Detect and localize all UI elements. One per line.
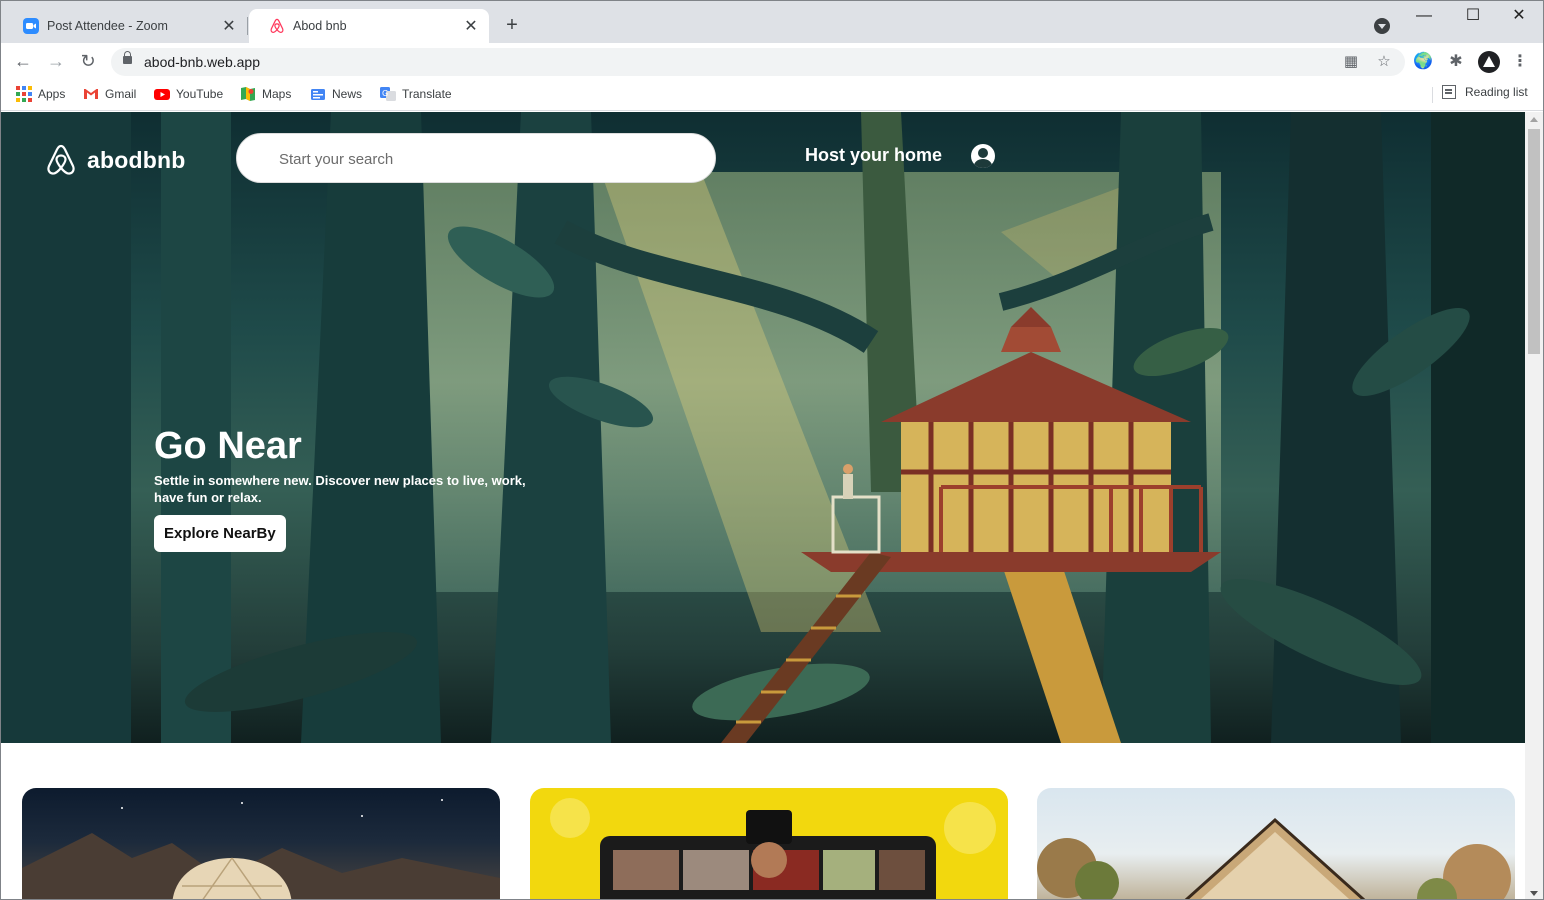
airbnb-logo-icon xyxy=(47,144,75,175)
lock-icon[interactable] xyxy=(123,51,132,64)
bookmark-news[interactable]: News xyxy=(310,85,362,103)
zoom-icon xyxy=(23,18,39,34)
search-bar[interactable] xyxy=(236,133,716,183)
bookmark-apps[interactable]: Apps xyxy=(16,85,65,103)
explore-nearby-button[interactable]: Explore NearBy xyxy=(154,515,286,552)
user-account-icon[interactable] xyxy=(971,144,995,168)
host-your-home-link[interactable]: Host your home xyxy=(805,145,942,166)
maximize-icon[interactable]: ☐ xyxy=(1450,1,1496,31)
card-online-experiences[interactable] xyxy=(530,788,1008,899)
tab-title: Abod bnb xyxy=(293,19,347,33)
news-icon xyxy=(311,89,325,100)
close-window-icon[interactable]: ✕ xyxy=(1496,1,1542,31)
airbnb-logo-icon xyxy=(270,18,284,33)
browser-toolbar: ← → ↻ abod-bnb.web.app ▦ ☆ 🌍 ✱ ⋮ xyxy=(1,43,1543,79)
bookmark-label: News xyxy=(332,87,363,101)
url-text[interactable]: abod-bnb.web.app xyxy=(144,54,260,70)
minimize-icon[interactable]: — xyxy=(1401,1,1447,31)
scrollbar-thumb[interactable] xyxy=(1528,129,1540,354)
bookmark-star-icon[interactable]: ☆ xyxy=(1375,53,1393,71)
address-bar[interactable]: abod-bnb.web.app ▦ ☆ xyxy=(111,48,1405,76)
gmail-icon xyxy=(84,89,98,99)
bookmarks-divider xyxy=(1432,87,1433,103)
bookmark-maps[interactable]: Maps xyxy=(240,85,291,103)
brand-name: abodbnb xyxy=(87,146,186,173)
bookmark-label: Gmail xyxy=(105,87,137,101)
page-scrollbar[interactable] xyxy=(1525,112,1543,899)
new-tab-button[interactable]: + xyxy=(501,14,523,36)
tab-title: Post Attendee - Zoom xyxy=(47,19,168,33)
reading-list-icon xyxy=(1442,85,1456,99)
bookmark-gmail[interactable]: Gmail xyxy=(83,85,136,103)
extension-globe-icon[interactable]: 🌍 xyxy=(1413,52,1433,72)
bookmark-label: Maps xyxy=(262,87,292,101)
hero-title: Go Near xyxy=(154,425,302,467)
hero-banner: abodbnb Host your home Go Near Settle in… xyxy=(1,112,1525,743)
bookmark-youtube[interactable]: YouTube xyxy=(154,85,223,103)
tab-search-icon[interactable] xyxy=(1374,18,1390,34)
close-tab-icon[interactable]: ✕ xyxy=(221,16,237,36)
profile-avatar-icon[interactable] xyxy=(1478,51,1500,73)
scroll-down-arrow-icon[interactable] xyxy=(1530,891,1538,896)
reload-icon[interactable]: ↻ xyxy=(76,49,100,73)
bookmark-label: Translate xyxy=(402,87,452,101)
tab-strip: Post Attendee - Zoom ✕ Abod bnb ✕ + — ☐ … xyxy=(1,1,1543,43)
tab-abod-bnb[interactable]: Abod bnb ✕ xyxy=(249,9,489,43)
svg-text:G: G xyxy=(382,89,388,98)
qr-code-icon[interactable]: ▦ xyxy=(1342,53,1360,71)
scroll-up-arrow-icon[interactable] xyxy=(1530,117,1538,122)
brand-logo-link[interactable]: abodbnb xyxy=(45,143,186,177)
maps-icon xyxy=(241,87,255,101)
extensions-puzzle-icon[interactable]: ✱ xyxy=(1446,52,1466,72)
back-arrow-icon[interactable]: ← xyxy=(11,49,35,73)
close-tab-icon[interactable]: ✕ xyxy=(463,16,479,36)
hero-subtitle: Settle in somewhere new. Discover new pl… xyxy=(154,473,526,505)
menu-kebab-icon[interactable]: ⋮ xyxy=(1510,52,1530,72)
online-experiences-image xyxy=(550,798,996,899)
bookmark-label: Apps xyxy=(38,87,66,101)
card-glamping[interactable] xyxy=(22,788,500,899)
glamping-dome-image xyxy=(22,799,500,899)
cabin-house-image xyxy=(1037,817,1511,899)
reading-list-label: Reading list xyxy=(1465,85,1528,99)
tab-divider xyxy=(247,17,248,35)
browser-window: Post Attendee - Zoom ✕ Abod bnb ✕ + — ☐ … xyxy=(0,0,1544,900)
search-input[interactable] xyxy=(279,146,679,172)
card-cabin[interactable] xyxy=(1037,788,1515,899)
youtube-icon xyxy=(154,89,170,100)
bookmarks-bar: Apps Gmail YouTube Maps News G Translate… xyxy=(1,79,1543,111)
bookmark-label: YouTube xyxy=(176,87,224,101)
translate-icon: G xyxy=(380,87,396,101)
page-viewport: abodbnb Host your home Go Near Settle in… xyxy=(1,112,1525,899)
reading-list-button[interactable]: Reading list xyxy=(1442,85,1528,99)
forward-arrow-icon[interactable]: → xyxy=(44,49,68,73)
tab-zoom[interactable]: Post Attendee - Zoom ✕ xyxy=(3,9,247,43)
apps-grid-icon xyxy=(16,86,32,102)
bookmark-translate[interactable]: G Translate xyxy=(380,85,452,103)
